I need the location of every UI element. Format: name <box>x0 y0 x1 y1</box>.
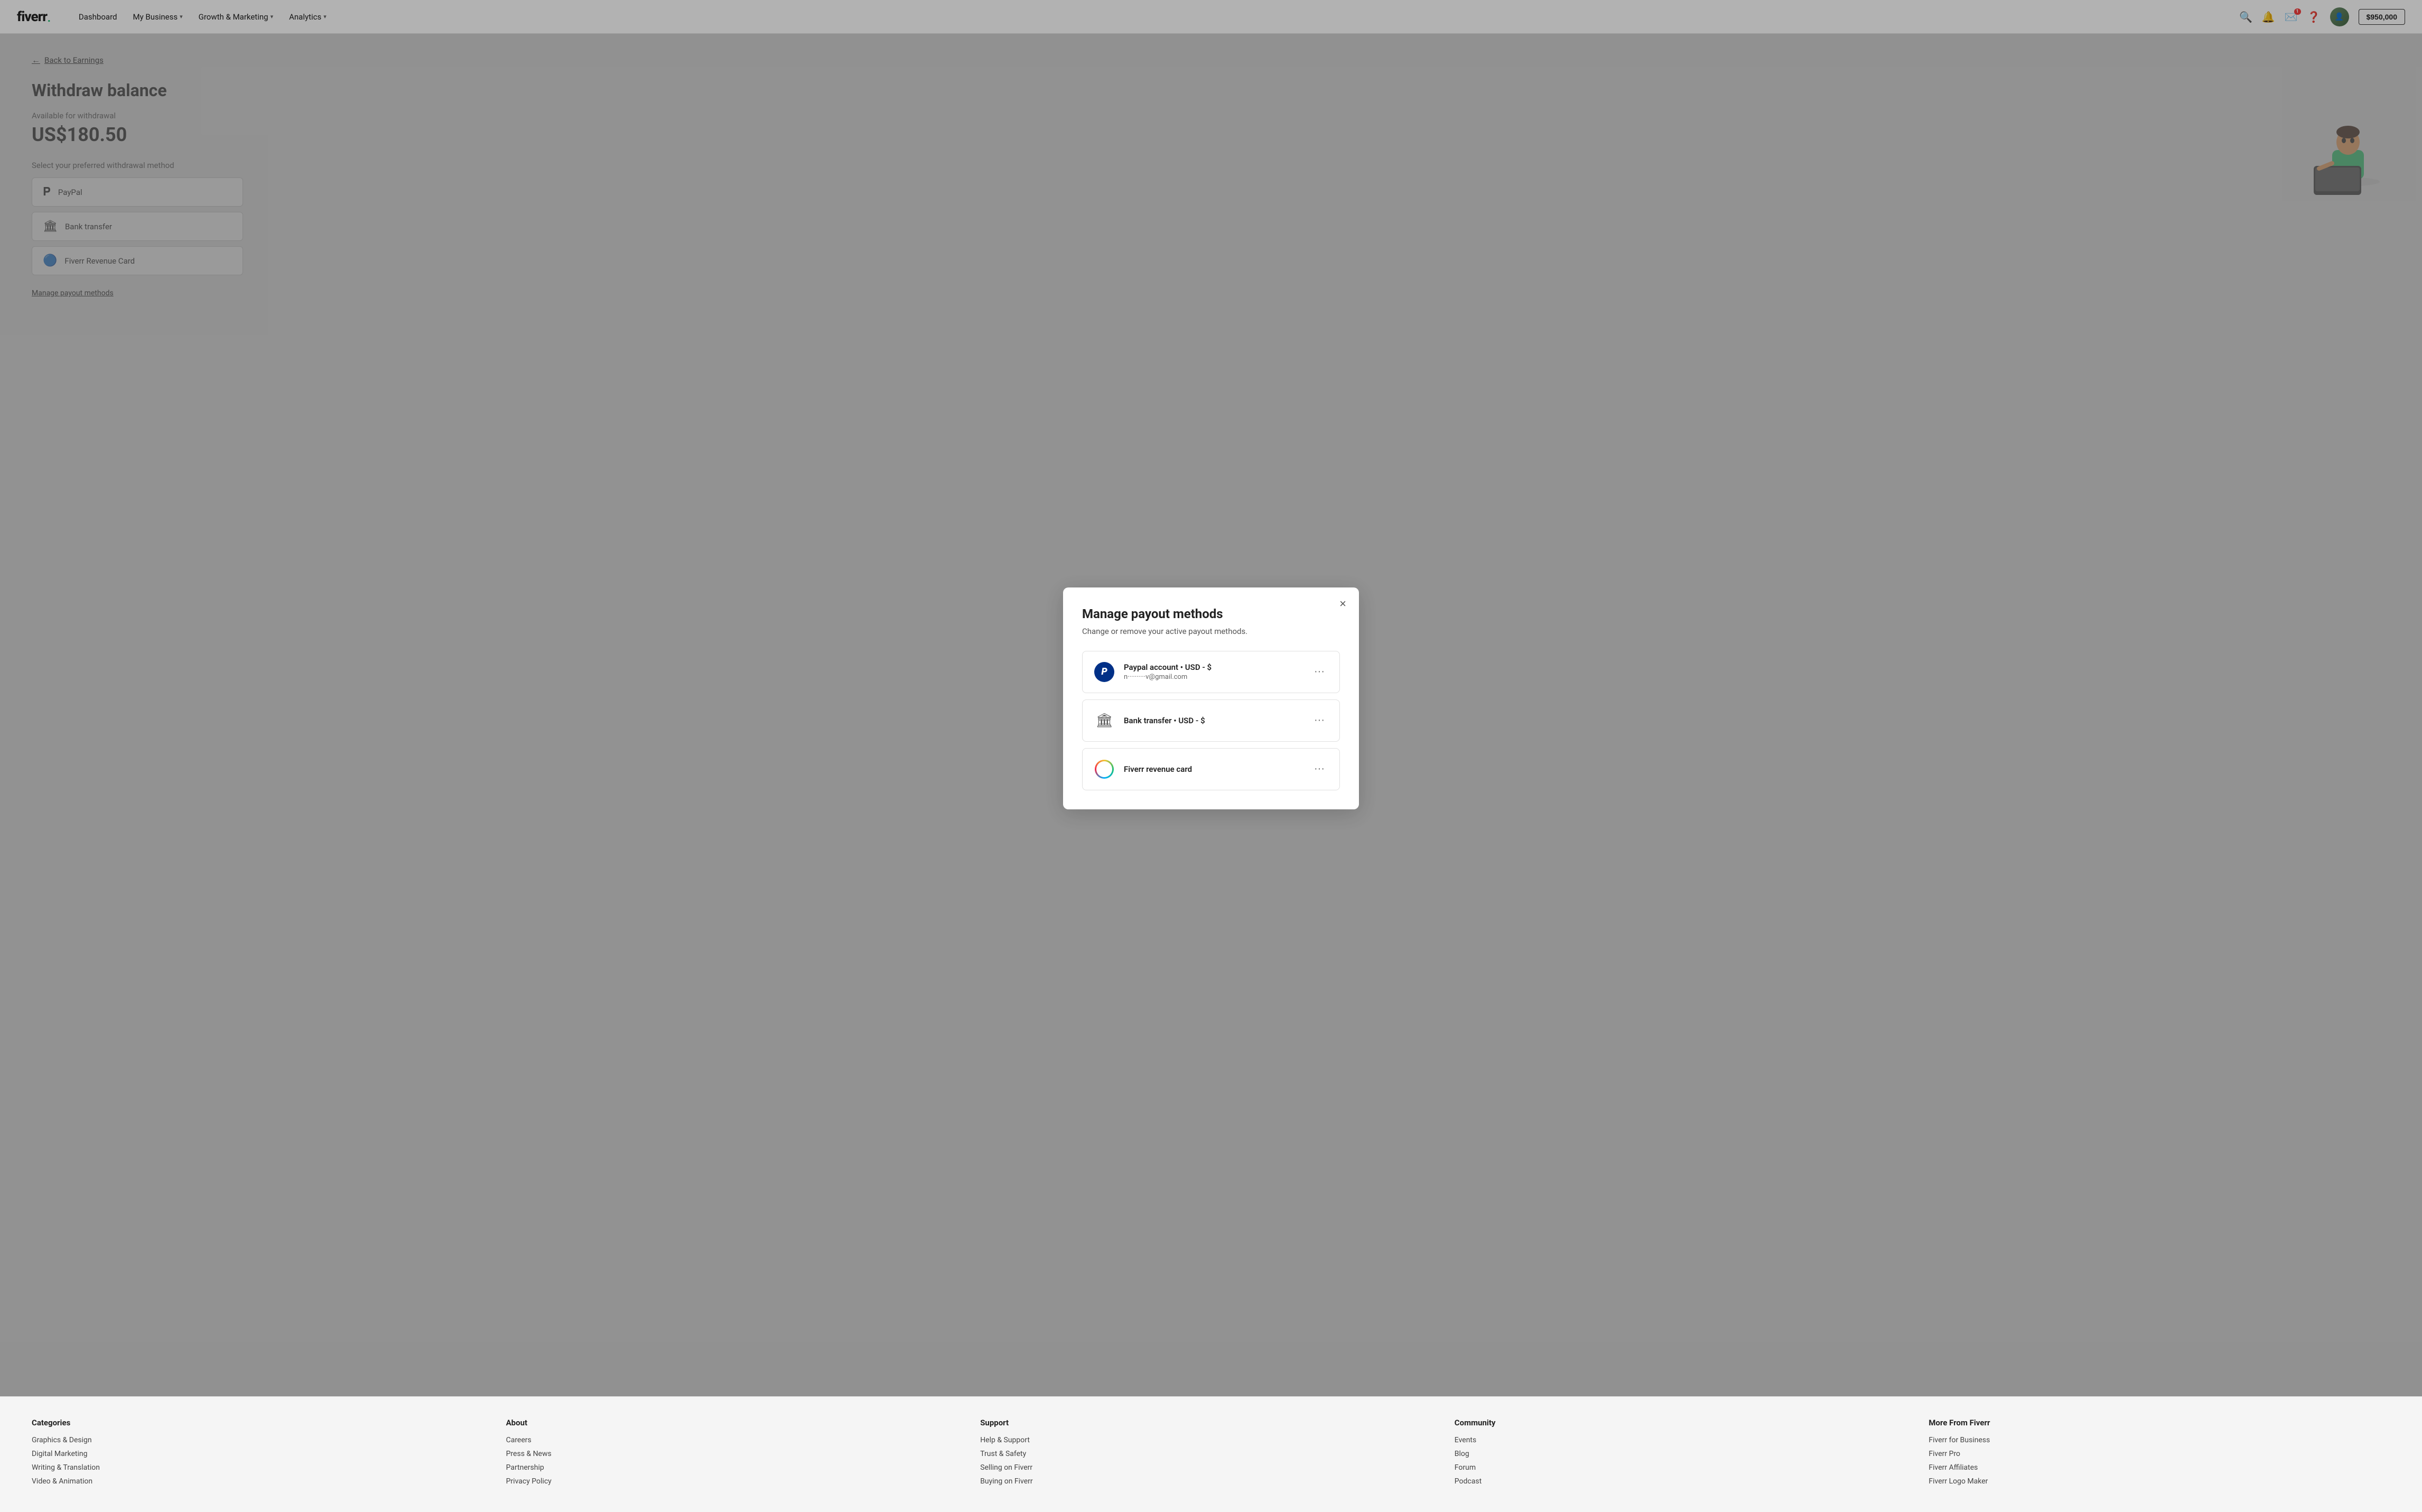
footer-col-more: More From Fiverr Fiverr for Business Fiv… <box>1929 1418 2390 1491</box>
footer-link-events[interactable]: Events <box>1455 1436 1916 1444</box>
paypal-method-name: Paypal account • USD - $ <box>1124 662 1301 672</box>
modal-title: Manage payout methods <box>1082 606 1340 621</box>
footer-col-about: About Careers Press & News Partnership P… <box>506 1418 968 1491</box>
modal-manage-payout: × Manage payout methods Change or remove… <box>1063 587 1359 809</box>
footer-link-buying[interactable]: Buying on Fiverr <box>980 1477 1442 1486</box>
footer: Categories Graphics & Design Digital Mar… <box>0 1396 2422 1512</box>
footer-link-careers[interactable]: Careers <box>506 1436 968 1444</box>
paypal-method-email: n··········v@gmail.com <box>1124 673 1301 681</box>
footer-link-fiverr-pro[interactable]: Fiverr Pro <box>1929 1450 2390 1458</box>
fiverr-card-method-icon <box>1093 758 1115 780</box>
bank-method-menu-button[interactable]: ··· <box>1310 712 1329 729</box>
fiverr-card-method-name: Fiverr revenue card <box>1124 764 1301 774</box>
footer-about-title: About <box>506 1418 968 1427</box>
footer-col-support: Support Help & Support Trust & Safety Se… <box>980 1418 1442 1491</box>
modal-overlay: × Manage payout methods Change or remove… <box>0 0 2422 1396</box>
footer-link-graphics-design[interactable]: Graphics & Design <box>32 1436 493 1444</box>
footer-link-podcast[interactable]: Podcast <box>1455 1477 1916 1486</box>
modal-subtitle: Change or remove your active payout meth… <box>1082 627 1340 636</box>
payout-method-bank: 🏛 Bank transfer • USD - $ ··· <box>1082 699 1340 742</box>
fiverr-card-method-menu-button[interactable]: ··· <box>1310 761 1329 777</box>
footer-link-logo-maker[interactable]: Fiverr Logo Maker <box>1929 1477 2390 1486</box>
footer-link-writing[interactable]: Writing & Translation <box>32 1463 493 1472</box>
paypal-logo: P <box>1094 662 1114 682</box>
bank-building-icon: 🏛 <box>1095 713 1113 729</box>
bank-method-name: Bank transfer • USD - $ <box>1124 716 1301 725</box>
fiverr-card-method-info: Fiverr revenue card <box>1124 764 1301 774</box>
footer-col-categories: Categories Graphics & Design Digital Mar… <box>32 1418 493 1491</box>
footer-link-video[interactable]: Video & Animation <box>32 1477 493 1486</box>
footer-link-selling[interactable]: Selling on Fiverr <box>980 1463 1442 1472</box>
footer-community-title: Community <box>1455 1418 1916 1427</box>
footer-col-community: Community Events Blog Forum Podcast <box>1455 1418 1916 1491</box>
footer-link-help-support[interactable]: Help & Support <box>980 1436 1442 1444</box>
bank-method-icon: 🏛 <box>1093 710 1115 732</box>
footer-support-title: Support <box>980 1418 1442 1427</box>
paypal-method-icon: P <box>1093 661 1115 683</box>
footer-link-affiliates[interactable]: Fiverr Affiliates <box>1929 1463 2390 1472</box>
footer-categories-title: Categories <box>32 1418 493 1427</box>
payout-method-fiverr-card: Fiverr revenue card ··· <box>1082 748 1340 790</box>
fiverr-revenue-card-icon <box>1095 760 1114 779</box>
modal-close-button[interactable]: × <box>1339 598 1346 610</box>
footer-link-blog[interactable]: Blog <box>1455 1450 1916 1458</box>
paypal-method-info: Paypal account • USD - $ n··········v@gm… <box>1124 662 1301 681</box>
footer-link-trust-safety[interactable]: Trust & Safety <box>980 1450 1442 1458</box>
paypal-method-menu-button[interactable]: ··· <box>1310 664 1329 680</box>
footer-link-partnership[interactable]: Partnership <box>506 1463 968 1472</box>
footer-more-title: More From Fiverr <box>1929 1418 2390 1427</box>
footer-link-press-news[interactable]: Press & News <box>506 1450 968 1458</box>
payout-method-paypal: P Paypal account • USD - $ n··········v@… <box>1082 651 1340 693</box>
footer-link-digital-marketing[interactable]: Digital Marketing <box>32 1450 493 1458</box>
footer-link-forum[interactable]: Forum <box>1455 1463 1916 1472</box>
footer-link-fiverr-business[interactable]: Fiverr for Business <box>1929 1436 2390 1444</box>
bank-method-info: Bank transfer • USD - $ <box>1124 716 1301 725</box>
footer-link-privacy[interactable]: Privacy Policy <box>506 1477 968 1486</box>
